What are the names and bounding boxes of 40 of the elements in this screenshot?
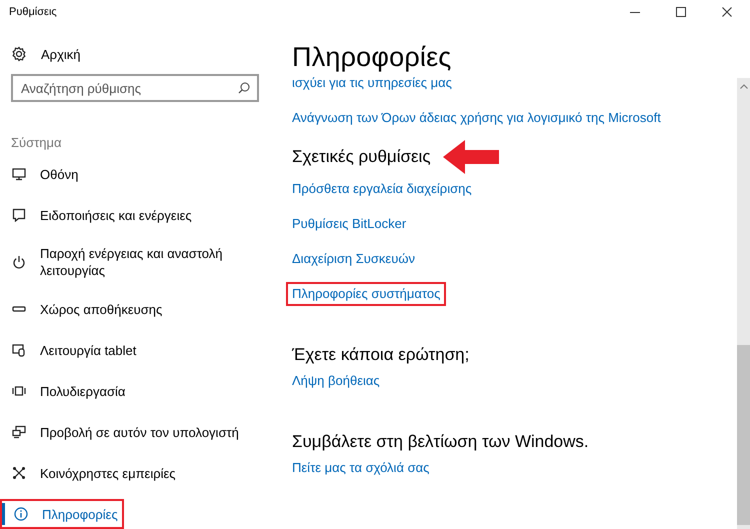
section-heading: Συμβάλετε στη βελτίωση των Windows. bbox=[292, 431, 589, 453]
tablet-icon bbox=[12, 343, 26, 357]
page-title: Πληροφορίες bbox=[292, 41, 453, 74]
power-icon bbox=[12, 255, 26, 269]
link[interactable]: Ρυθμίσεις BitLocker bbox=[292, 215, 406, 233]
link[interactable]: ισχύει για τις υπηρεσίες μας bbox=[292, 74, 452, 92]
link[interactable]: Λήψη βοήθειας bbox=[292, 372, 380, 390]
project-icon bbox=[12, 425, 26, 439]
monitor-icon bbox=[12, 167, 26, 181]
section-heading: Σχετικές ρυθμίσεις bbox=[292, 146, 431, 168]
nav-item[interactable]: Πολυδιεργασία bbox=[0, 380, 126, 402]
search-icon bbox=[238, 82, 250, 94]
gear-icon bbox=[11, 46, 27, 62]
nav-item[interactable]: Οθόνη bbox=[0, 163, 78, 185]
maximize-icon bbox=[676, 7, 686, 17]
search-field[interactable]: Αναζήτηση ρύθμισης bbox=[11, 74, 259, 102]
link[interactable]: Πληροφορίες συστήματος bbox=[292, 286, 440, 301]
nav-item[interactable]: Λειτουργία tablet bbox=[0, 339, 136, 361]
scrollbar[interactable] bbox=[737, 78, 750, 529]
section-label: Σύστημα bbox=[11, 134, 63, 152]
scroll-up-icon bbox=[740, 84, 748, 89]
nav-item[interactable]: Χώρος αποθήκευσης bbox=[0, 298, 162, 320]
home-item[interactable]: Αρχική bbox=[0, 40, 280, 68]
nav-item[interactable]: Κοινόχρηστες εμπειρίες bbox=[0, 462, 176, 484]
nav-item[interactable]: Προβολή σε αυτόν τον υπολογιστή bbox=[0, 421, 239, 443]
window-title: Ρυθμίσεις bbox=[9, 5, 57, 19]
link[interactable]: Πείτε μας τα σχόλιά σας bbox=[292, 459, 430, 477]
section-heading: Έχετε κάποια ερώτηση; bbox=[292, 344, 470, 366]
link[interactable]: Ανάγνωση των Όρων άδειας χρήσης για λογισμικό της Microsoft bbox=[292, 109, 661, 127]
nav-item[interactable]: Ειδοποιήσεις και ενέργειες bbox=[0, 204, 192, 226]
link[interactable]: Πρόσθετα εργαλεία διαχείρισης bbox=[292, 180, 472, 198]
nav-item[interactable]: Πληροφορίες bbox=[2, 503, 118, 525]
info-icon bbox=[14, 507, 28, 521]
nav-item[interactable]: Παροχή ενέργειας και αναστολή λειτουργίας bbox=[0, 245, 267, 279]
link[interactable]: Διαχείριση Συσκευών bbox=[292, 250, 415, 268]
share-icon bbox=[12, 466, 26, 480]
scrollbar-thumb[interactable] bbox=[737, 345, 750, 525]
multitask-icon bbox=[12, 384, 26, 398]
message-icon bbox=[12, 208, 26, 222]
close-icon bbox=[722, 7, 732, 17]
